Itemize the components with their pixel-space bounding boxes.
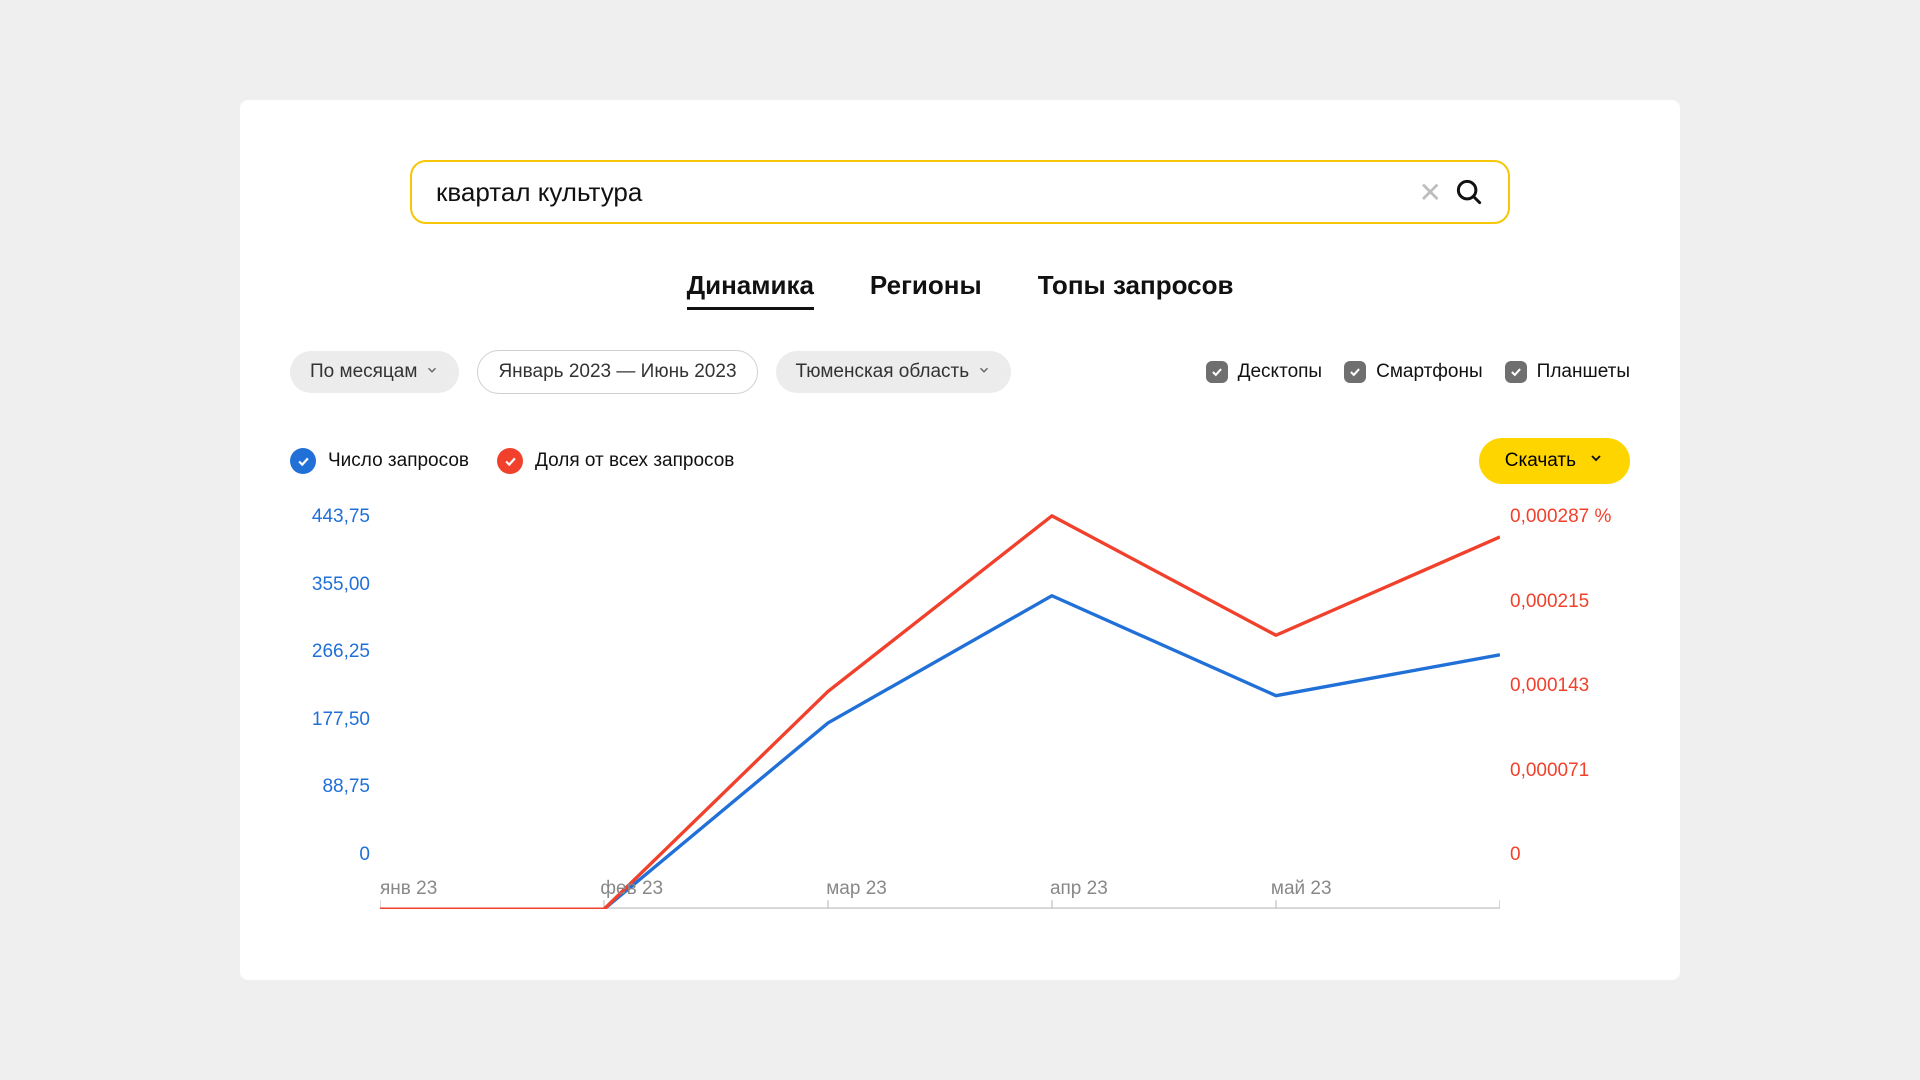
search-icon[interactable] — [1454, 177, 1484, 207]
search-bar: ✕ — [410, 160, 1510, 224]
checkbox-checked-icon — [1344, 361, 1366, 383]
period-range-label: Январь 2023 — Июнь 2023 — [498, 361, 736, 383]
y-right-tick: 0 — [1510, 844, 1630, 866]
x-tick: фев 23 — [600, 878, 663, 906]
chart-plot — [380, 506, 1500, 909]
tabs: Динамика Регионы Топы запросов — [240, 270, 1680, 310]
chevron-down-icon — [977, 361, 991, 383]
clear-icon[interactable]: ✕ — [1407, 176, 1454, 209]
check-desktop[interactable]: Десктопы — [1206, 361, 1322, 383]
check-smartphone[interactable]: Смартфоны — [1344, 361, 1483, 383]
y-left-tick: 266,25 — [290, 641, 370, 663]
check-smartphone-label: Смартфоны — [1376, 361, 1483, 383]
region-label: Тюменская область — [796, 361, 970, 383]
tab-dynamics[interactable]: Динамика — [687, 270, 814, 310]
app-card: ✕ Динамика Регионы Топы запросов По меся… — [240, 100, 1680, 980]
checkbox-checked-icon — [1505, 361, 1527, 383]
y-left-tick: 177,50 — [290, 709, 370, 731]
legend-share[interactable]: Доля от всех запросов — [497, 448, 734, 474]
period-mode-label: По месяцам — [310, 361, 417, 383]
x-tick: мар 23 — [826, 878, 887, 906]
period-mode-select[interactable]: По месяцам — [290, 351, 459, 393]
y-axis-right: 0,000287 % 0,000215 0,000143 0,000071 0 — [1510, 506, 1630, 866]
chevron-down-icon — [1588, 450, 1604, 472]
check-tablet-label: Планшеты — [1537, 361, 1630, 383]
chart: 443,75 355,00 266,25 177,50 88,75 0 0,000287 … — [290, 506, 1630, 906]
y-axis-left: 443,75 355,00 266,25 177,50 88,75 0 — [290, 506, 370, 866]
legend-row: Число запросов Доля от всех запросов Ска… — [240, 438, 1680, 484]
period-range-select[interactable]: Январь 2023 — Июнь 2023 — [477, 350, 757, 394]
series-line — [380, 596, 1500, 909]
filter-row: По месяцам Январь 2023 — Июнь 2023 Тюмен… — [240, 350, 1680, 394]
check-circle-icon — [497, 448, 523, 474]
y-right-tick: 0,000071 — [1510, 760, 1630, 782]
x-tick: май 23 — [1271, 878, 1332, 906]
x-axis: янв 23фев 23мар 23апр 23май 23. — [380, 878, 1500, 906]
download-label: Скачать — [1505, 450, 1576, 472]
y-left-tick: 443,75 — [290, 506, 370, 528]
series-line — [380, 516, 1500, 909]
check-desktop-label: Десктопы — [1238, 361, 1322, 383]
checkbox-checked-icon — [1206, 361, 1228, 383]
legend-share-label: Доля от всех запросов — [535, 450, 734, 472]
device-checks: Десктопы Смартфоны Планшеты — [1206, 361, 1630, 383]
y-left-tick: 88,75 — [290, 776, 370, 798]
tab-regions[interactable]: Регионы — [870, 270, 982, 310]
y-left-tick: 0 — [290, 844, 370, 866]
check-circle-icon — [290, 448, 316, 474]
x-tick: янв 23 — [380, 878, 437, 906]
y-right-tick: 0,000287 % — [1510, 506, 1630, 528]
legend-count[interactable]: Число запросов — [290, 448, 469, 474]
region-select[interactable]: Тюменская область — [776, 351, 1012, 393]
check-tablet[interactable]: Планшеты — [1505, 361, 1630, 383]
download-button[interactable]: Скачать — [1479, 438, 1630, 484]
x-tick: апр 23 — [1050, 878, 1108, 906]
y-left-tick: 355,00 — [290, 574, 370, 596]
search-input[interactable] — [436, 177, 1407, 208]
tab-tops[interactable]: Топы запросов — [1038, 270, 1234, 310]
y-right-tick: 0,000143 — [1510, 675, 1630, 697]
chevron-down-icon — [425, 361, 439, 383]
y-right-tick: 0,000215 — [1510, 591, 1630, 613]
legend-count-label: Число запросов — [328, 450, 469, 472]
